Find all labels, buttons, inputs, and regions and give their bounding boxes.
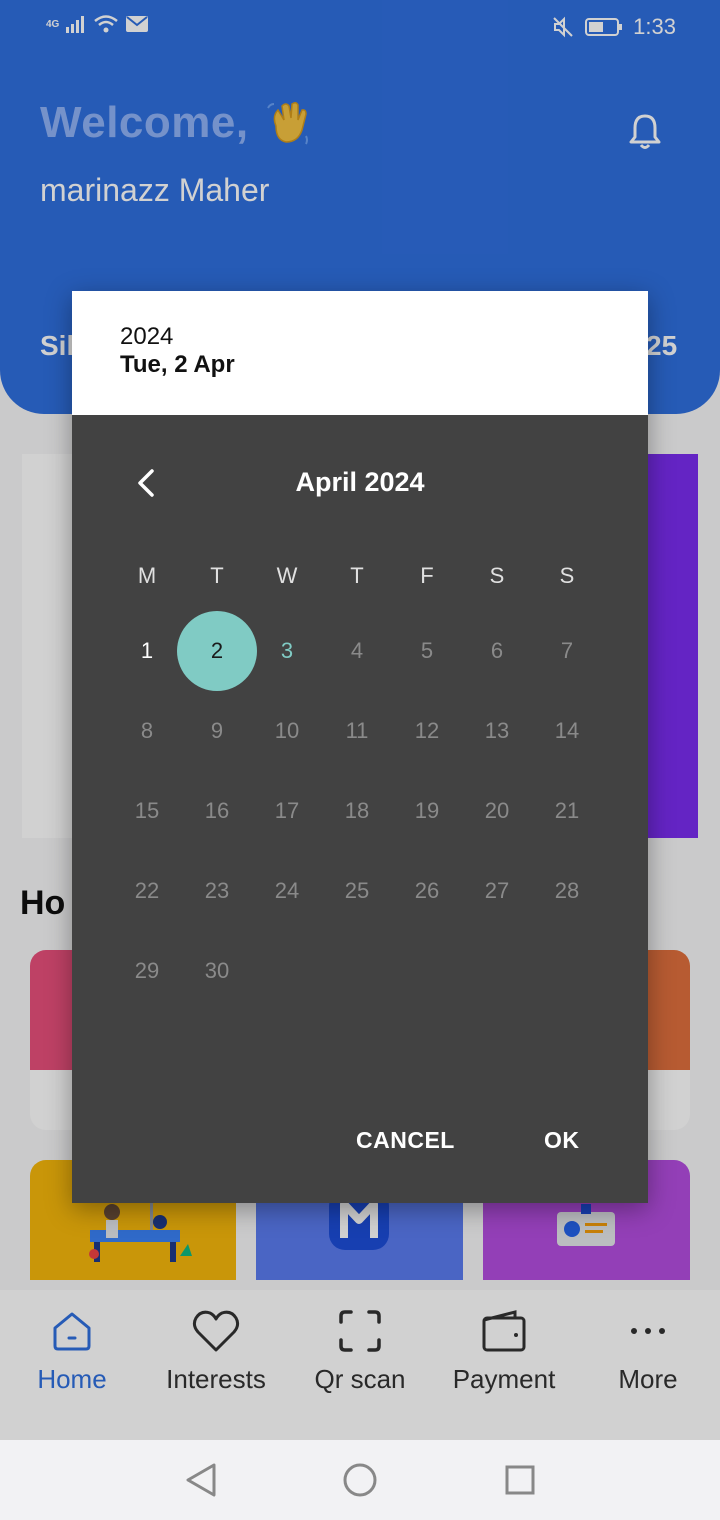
- day-cell: 15: [134, 798, 160, 823]
- system-navigation-bar: [0, 1440, 720, 1520]
- date-picker-header: 2024 Tue, 2 Apr: [72, 291, 648, 415]
- day-cell: 20: [484, 798, 510, 823]
- day-cell: 14: [554, 718, 580, 743]
- weekday-label: S: [489, 563, 505, 588]
- day-cell: 30: [204, 958, 230, 983]
- day-cell: 27: [484, 878, 510, 903]
- day-cell: 9: [210, 718, 224, 743]
- day-cell: 24: [274, 878, 300, 903]
- home-circle-icon[interactable]: [342, 1462, 378, 1498]
- home-screen: 4G 1:33 Welcome, marinazz Maher Sil 25 H…: [0, 0, 720, 1520]
- ok-button[interactable]: OK: [544, 1127, 580, 1154]
- header-selected-date: Tue, 2 Apr: [120, 351, 235, 378]
- back-triangle-icon[interactable]: [184, 1462, 218, 1498]
- day-cell: 11: [345, 718, 369, 743]
- day-cell[interactable]: 1: [112, 616, 182, 686]
- day-cell: 16: [204, 798, 230, 823]
- day-cell: 25: [344, 878, 370, 903]
- day-cell: 18: [344, 798, 370, 823]
- day-cell: 13: [484, 718, 510, 743]
- day-cell: 8: [140, 718, 154, 743]
- weekday-label: W: [276, 563, 298, 588]
- date-picker-dialog: 2024 Tue, 2 Apr April 2024 MTWTFSS 12345…: [72, 291, 648, 1203]
- day-cell: 4: [350, 638, 364, 663]
- day-cell: 23: [204, 878, 230, 903]
- day-cell: 28: [554, 878, 580, 903]
- day-cell: 29: [134, 958, 160, 983]
- day-cell-selected[interactable]: 2: [182, 616, 252, 686]
- day-cell: 21: [554, 798, 580, 823]
- day-cell: 5: [420, 638, 434, 663]
- cancel-button[interactable]: CANCEL: [356, 1127, 455, 1154]
- header-year[interactable]: 2024: [120, 323, 173, 351]
- day-cell: 17: [274, 798, 300, 823]
- day-cell: 10: [274, 718, 300, 743]
- month-title: April 2024: [295, 467, 425, 497]
- weekday-label: S: [559, 563, 575, 588]
- weekday-label: T: [210, 563, 224, 588]
- weekday-label: T: [350, 563, 364, 588]
- weekday-label: M: [137, 563, 157, 588]
- day-cell: 12: [414, 718, 440, 743]
- day-cell[interactable]: 3: [252, 616, 322, 686]
- day-cell: 6: [490, 638, 504, 663]
- day-cell: 22: [134, 878, 160, 903]
- day-cell: 26: [414, 878, 440, 903]
- day-cell: 7: [560, 638, 574, 663]
- weekday-label: F: [420, 563, 434, 588]
- day-cell: 19: [414, 798, 440, 823]
- recents-square-icon[interactable]: [504, 1464, 536, 1496]
